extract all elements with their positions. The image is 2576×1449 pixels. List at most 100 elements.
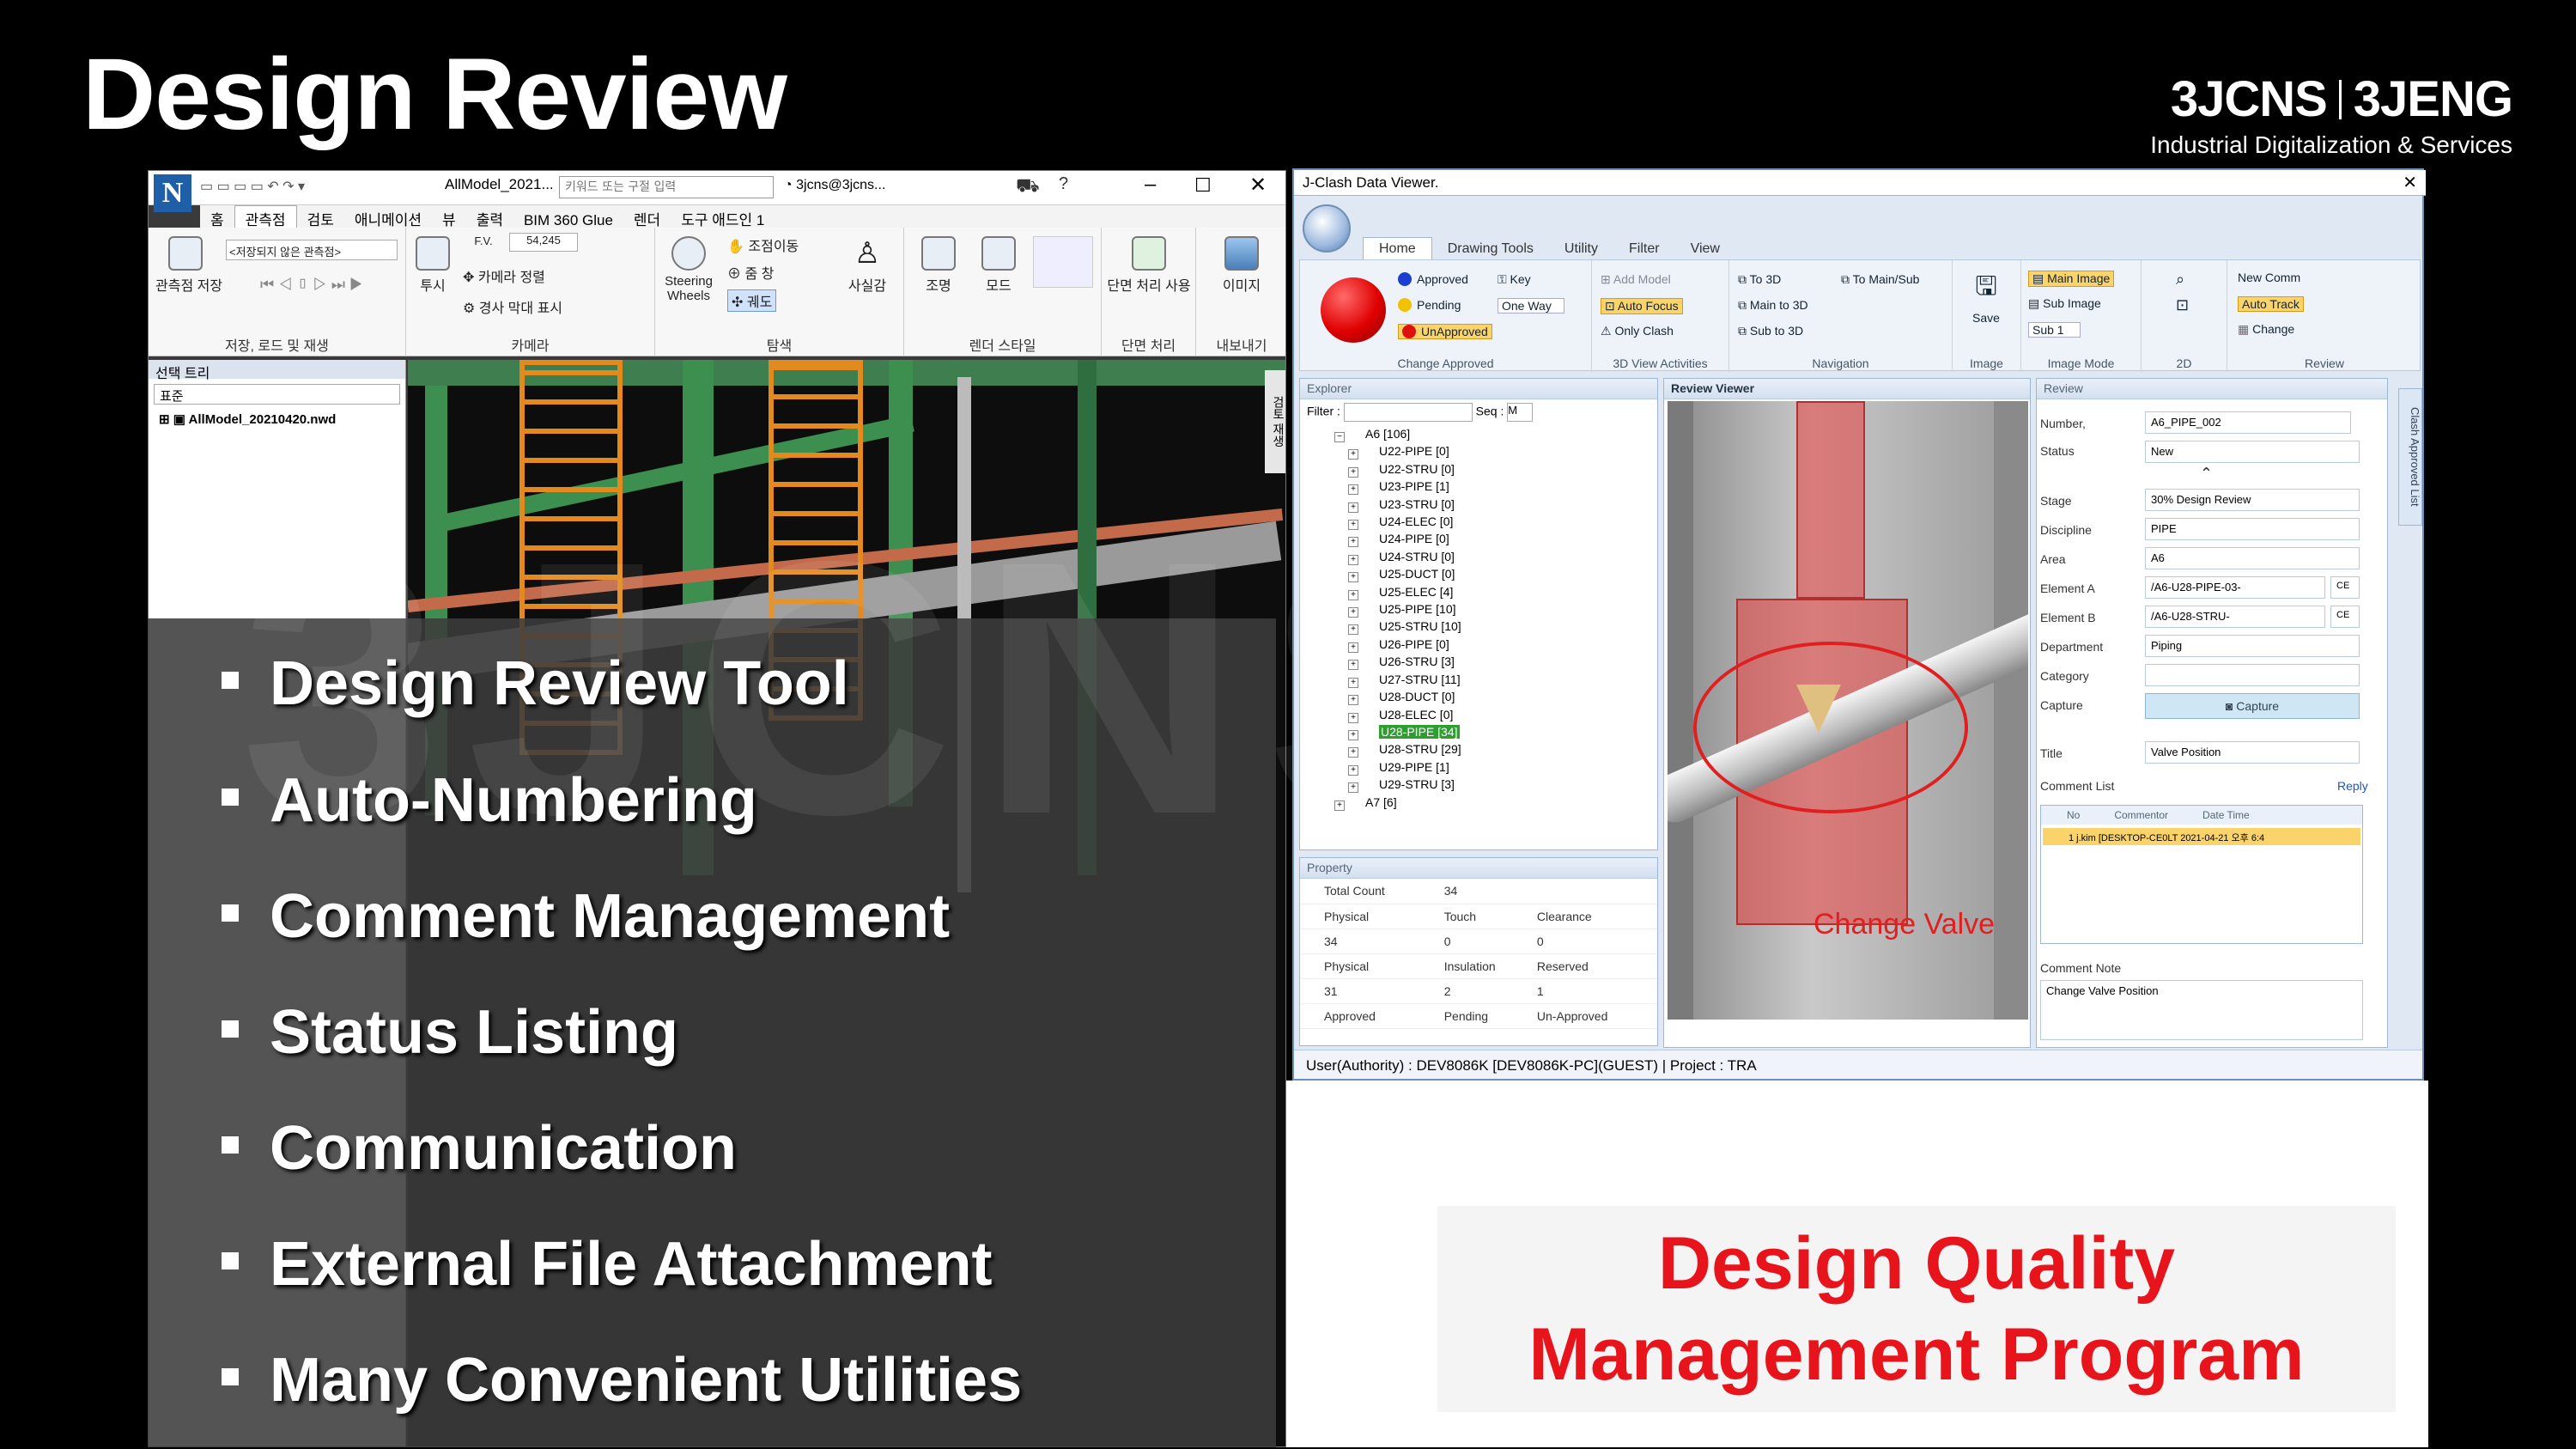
app-orb-button[interactable] bbox=[1303, 204, 1351, 253]
direction-select[interactable]: One Way bbox=[1498, 298, 1564, 314]
tab-drawing-tools[interactable]: Drawing Tools bbox=[1432, 238, 1549, 260]
status-select[interactable]: New bbox=[2145, 441, 2360, 463]
tree-item[interactable]: + U28-ELEC [0] bbox=[1334, 706, 1657, 723]
tree-item[interactable]: + U24-PIPE [0] bbox=[1334, 530, 1657, 548]
add-model-button[interactable]: ⊞ Add Model bbox=[1601, 272, 1671, 287]
title-field[interactable]: Valve Position bbox=[2145, 741, 2360, 764]
minimize-button[interactable]: – bbox=[1145, 173, 1156, 197]
tree-item[interactable]: + U25-ELEC [4] bbox=[1334, 583, 1657, 600]
perspective-button[interactable]: 투시 bbox=[411, 236, 454, 295]
tab-review[interactable]: 검토 bbox=[297, 206, 344, 228]
expand-icon[interactable]: + bbox=[1348, 729, 1358, 740]
department-select[interactable]: Piping bbox=[2145, 635, 2360, 657]
expand-icon[interactable]: + bbox=[1348, 589, 1358, 600]
tree-item[interactable]: + U29-PIPE [1] bbox=[1334, 758, 1657, 776]
align-camera-button[interactable]: ✥ 카메라 정렬 bbox=[463, 265, 545, 286]
image-export-button[interactable]: 이미지 bbox=[1205, 236, 1279, 295]
element-a-ce-button[interactable]: CE bbox=[2330, 576, 2360, 599]
tree-item[interactable]: + U24-ELEC [0] bbox=[1334, 513, 1657, 531]
element-a-field[interactable]: /A6-U28-PIPE-03- bbox=[2145, 576, 2325, 599]
expand-icon[interactable]: + bbox=[1348, 607, 1358, 618]
tree-filter-select[interactable]: 표준 bbox=[154, 384, 400, 405]
tree-item[interactable]: − A6 [106] bbox=[1334, 425, 1657, 442]
close-button[interactable]: ✕ bbox=[2403, 172, 2417, 193]
tree-item[interactable]: + U28-PIPE [34] bbox=[1334, 723, 1657, 740]
number-field[interactable]: A6_PIPE_002 bbox=[2145, 411, 2351, 434]
expand-icon[interactable]: + bbox=[1348, 764, 1358, 776]
to-main-sub-button[interactable]: ⧉ To Main/Sub bbox=[1841, 272, 1919, 287]
search-input[interactable] bbox=[559, 176, 774, 198]
area-select[interactable]: A6 bbox=[2145, 547, 2360, 569]
filter-input[interactable] bbox=[1343, 403, 1473, 422]
new-comment-button[interactable]: New Comm bbox=[2238, 271, 2300, 284]
close-button[interactable]: ✕ bbox=[1249, 173, 1267, 198]
zoom-button[interactable]: ⊕ 줌 창 bbox=[727, 262, 774, 283]
auto-track-button[interactable]: Auto Track bbox=[2238, 296, 2304, 312]
mode-button[interactable]: 모드 bbox=[973, 236, 1024, 295]
expand-icon[interactable]: + bbox=[1348, 554, 1358, 565]
tree-item[interactable]: + U26-PIPE [0] bbox=[1334, 636, 1657, 653]
realism-button[interactable]: ♙ 사실감 bbox=[839, 236, 896, 295]
reply-link[interactable]: Reply bbox=[2337, 779, 2368, 793]
maximize-button[interactable]: ☐ bbox=[1194, 174, 1212, 197]
expand-icon[interactable]: ⊞ bbox=[159, 412, 173, 427]
tab-view[interactable]: 뷰 bbox=[432, 206, 466, 228]
help-icon[interactable]: ? bbox=[1059, 174, 1068, 194]
tab-addins[interactable]: 도구 애드인 1 bbox=[671, 206, 775, 228]
steering-wheels-button[interactable]: Steering Wheels bbox=[659, 236, 719, 303]
render-style-gallery[interactable] bbox=[1033, 236, 1093, 288]
expand-icon[interactable]: + bbox=[1348, 520, 1358, 531]
expand-icon[interactable]: + bbox=[1348, 747, 1358, 758]
capture-button[interactable]: ◙ Capture bbox=[2145, 693, 2360, 719]
tree-item[interactable]: + U23-STRU [0] bbox=[1334, 496, 1657, 513]
category-field[interactable] bbox=[2145, 664, 2360, 686]
tree-item[interactable]: + U27-STRU [11] bbox=[1334, 671, 1657, 688]
stage-select[interactable]: 30% Design Review bbox=[2145, 489, 2360, 511]
app-menu-button[interactable]: N bbox=[154, 174, 191, 212]
clash-approved-list-tab[interactable]: Clash Approved List bbox=[2398, 388, 2422, 526]
tree-item[interactable]: + U29-STRU [3] bbox=[1334, 776, 1657, 794]
sub-image-button[interactable]: ▤ Sub Image bbox=[2028, 296, 2101, 311]
orbit-button[interactable]: ✣ 궤도 bbox=[727, 289, 777, 312]
tab-animation[interactable]: 애니메이션 bbox=[344, 206, 432, 228]
save-viewpoint-button[interactable]: 관측점 저장 bbox=[155, 236, 222, 295]
tree-item[interactable]: + A7 [6] bbox=[1334, 794, 1657, 811]
main-image-button[interactable]: ▤ Main Image bbox=[2028, 271, 2115, 287]
zoom-2d-icon[interactable]: ⊡ bbox=[2176, 296, 2189, 314]
tree-item[interactable]: + U25-DUCT [0] bbox=[1334, 565, 1657, 583]
tree-item[interactable]: ⊞ ▣ AllModel_20210420.nwd bbox=[159, 411, 395, 427]
sub-to-3d-button[interactable]: ⧉ Sub to 3D bbox=[1738, 324, 1803, 338]
pan-button[interactable]: ✋ 조점이동 bbox=[727, 234, 799, 255]
lighting-button[interactable]: 조명 bbox=[913, 236, 964, 295]
tree-item[interactable]: + U28-DUCT [0] bbox=[1334, 688, 1657, 706]
tree-item[interactable]: + U26-STRU [3] bbox=[1334, 653, 1657, 671]
to-3d-button[interactable]: ⧉ To 3D bbox=[1738, 272, 1781, 287]
review-playback-tab[interactable]: 검토 재생 bbox=[1265, 370, 1285, 473]
save-button[interactable]: 🖫 Save bbox=[1965, 267, 2008, 325]
tab-output[interactable]: 출력 bbox=[466, 206, 513, 228]
viewpoint-select[interactable]: <저장되지 않은 관측점> bbox=[226, 240, 398, 260]
tab-home[interactable]: 홈 bbox=[200, 206, 234, 228]
tab-utility[interactable]: Utility bbox=[1549, 238, 1613, 260]
tab-bim360[interactable]: BIM 360 Glue bbox=[513, 210, 623, 228]
discipline-select[interactable]: PIPE bbox=[2145, 518, 2360, 540]
collapse-icon[interactable]: ⌃ bbox=[2200, 465, 2213, 483]
status-indicator-icon[interactable] bbox=[1321, 277, 1386, 343]
sub-select[interactable]: Sub 1 bbox=[2028, 322, 2081, 338]
key-button[interactable]: ⚿ Key bbox=[1498, 272, 1531, 287]
expand-icon[interactable]: + bbox=[1348, 572, 1358, 583]
expand-icon[interactable]: + bbox=[1348, 466, 1358, 478]
search-2d-icon[interactable]: ⌕ bbox=[2176, 271, 2184, 289]
auto-focus-button[interactable]: ⊡ Auto Focus bbox=[1601, 298, 1683, 314]
review-snapshot[interactable]: Change Valve bbox=[1668, 401, 2028, 1020]
tab-view[interactable]: View bbox=[1675, 238, 1735, 260]
section-button[interactable]: 단면 처리 사용 bbox=[1107, 236, 1191, 295]
expand-icon[interactable]: + bbox=[1348, 484, 1358, 496]
approved-button[interactable]: Approved bbox=[1398, 272, 1468, 286]
tree-item[interactable]: + U25-PIPE [10] bbox=[1334, 600, 1657, 618]
change-button[interactable]: ▦ Change bbox=[2238, 322, 2294, 337]
tree-item[interactable]: + U23-PIPE [1] bbox=[1334, 478, 1657, 496]
tree-item[interactable]: + U25-STRU [10] bbox=[1334, 618, 1657, 636]
quick-access-toolbar[interactable]: ▭ ▭ ▭ ▭ ↶ ↷ ▾ bbox=[200, 178, 355, 198]
tab-render[interactable]: 렌더 bbox=[623, 206, 671, 228]
